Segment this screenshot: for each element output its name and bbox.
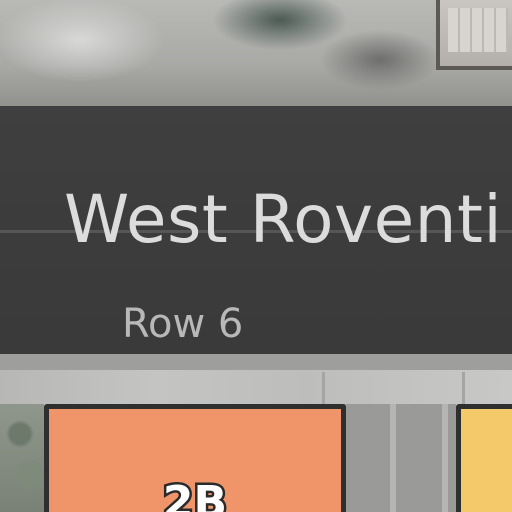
curb [0, 354, 512, 370]
street-name-label: West Roventi [64, 181, 503, 258]
booth-label: 2B [160, 476, 229, 512]
planting-area [0, 404, 44, 512]
booth-adjacent[interactable] [456, 404, 512, 512]
lot-gap [344, 404, 456, 512]
booth-2b[interactable]: 2B [44, 404, 346, 512]
market-map[interactable]: West Roventi Row 6 2B [0, 0, 512, 512]
building-roof [436, 0, 512, 70]
row-label: Row 6 [122, 301, 244, 347]
